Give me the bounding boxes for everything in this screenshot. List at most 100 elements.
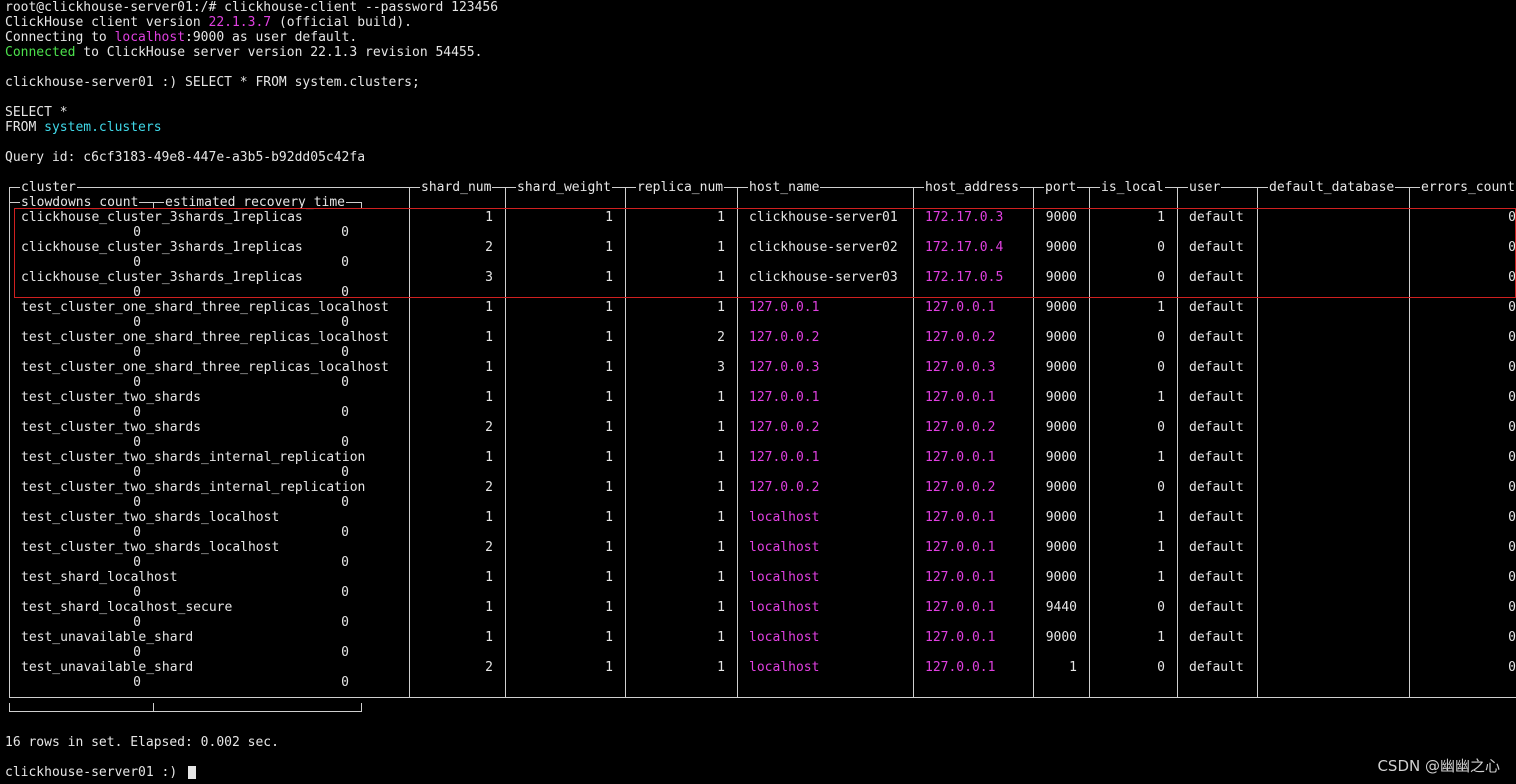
cell-user: default: [1189, 480, 1244, 495]
cell-port: 9000: [1045, 390, 1077, 405]
from-keyword: FROM: [5, 120, 45, 135]
col-separator: [9, 187, 10, 697]
column-header-user: user: [1188, 180, 1222, 195]
cell-user: default: [1189, 330, 1244, 345]
cell-port: 9000: [1045, 510, 1077, 525]
cell-slowdowns-count: 0: [133, 525, 141, 540]
col-separator-tail: [1409, 690, 1410, 697]
cell-shard-num: 2: [485, 660, 493, 675]
cell-replica-num: 2: [717, 330, 725, 345]
cell-host-name: 127.0.0.1: [749, 390, 820, 405]
cell-is-local: 1: [1157, 450, 1165, 465]
column-header-errors-count: errors_count: [1420, 180, 1516, 195]
cell-is-local: 0: [1157, 330, 1165, 345]
cell-shard-weight: 1: [605, 660, 613, 675]
cell-port: 1: [1069, 660, 1077, 675]
cell-shard-num: 1: [485, 510, 493, 525]
cell-estimated-recovery-time: 0: [341, 405, 349, 420]
cell-cluster: test_unavailable_shard: [21, 630, 194, 645]
cell-user: default: [1189, 570, 1244, 585]
cell-is-local: 1: [1157, 540, 1165, 555]
cell-shard-num: 1: [485, 630, 493, 645]
client-version: 22.1.3.7: [208, 15, 272, 30]
cell-shard-weight: 1: [605, 540, 613, 555]
cell-estimated-recovery-time: 0: [341, 315, 349, 330]
cell-shard-weight: 1: [605, 600, 613, 615]
cell-slowdowns-count: 0: [133, 315, 141, 330]
cell-slowdowns-count: 0: [133, 495, 141, 510]
cell-replica-num: 1: [717, 480, 725, 495]
cell-host-name: localhost: [749, 570, 820, 585]
cell-slowdowns-count: 0: [133, 405, 141, 420]
final-prompt-line: clickhouse-server01 :): [5, 765, 185, 780]
connected-rest: to ClickHouse server version 22.1.3 revi…: [75, 45, 483, 60]
cell-is-local: 1: [1157, 300, 1165, 315]
cell-estimated-recovery-time: 0: [341, 495, 349, 510]
cell-cluster: test_shard_localhost: [21, 570, 178, 585]
cell-host-address: 127.0.0.1: [925, 510, 996, 525]
cell-shard-num: 1: [485, 330, 493, 345]
cell-host-address: 127.0.0.2: [925, 330, 996, 345]
col-separator-tail: [1089, 690, 1090, 697]
cell-slowdowns-count: 0: [133, 675, 141, 690]
cell-errors-count: 0: [1508, 360, 1516, 375]
client-version-line: ClickHouse client version 22.1.3.7 (offi…: [5, 15, 412, 30]
cell-host-address: 127.0.0.1: [925, 600, 996, 615]
cell-is-local: 0: [1157, 660, 1165, 675]
cell-estimated-recovery-time: 0: [341, 675, 349, 690]
cell-replica-num: 1: [717, 540, 725, 555]
cell-port: 9000: [1045, 420, 1077, 435]
column-header-host-name: host_name: [748, 180, 821, 195]
cell-user: default: [1189, 510, 1244, 525]
cell-cluster: test_cluster_one_shard_three_replicas_lo…: [21, 300, 389, 315]
cell-shard-weight: 1: [605, 510, 613, 525]
cell-shard-weight: 1: [605, 420, 613, 435]
cell-estimated-recovery-time: 0: [341, 525, 349, 540]
cell-slowdowns-count: 0: [133, 375, 141, 390]
cell-host-name: 127.0.0.2: [749, 420, 820, 435]
column-header-default-database: default_database: [1268, 180, 1396, 195]
cell-host-address: 127.0.0.1: [925, 450, 996, 465]
cell-errors-count: 0: [1508, 300, 1516, 315]
cell-port: 9000: [1045, 570, 1077, 585]
cell-cluster: test_cluster_one_shard_three_replicas_lo…: [21, 330, 389, 345]
cell-estimated-recovery-time: 0: [341, 555, 349, 570]
query-id-line: Query id: c6cf3183-49e8-447e-a3b5-b92dd0…: [5, 150, 366, 165]
cell-port: 9000: [1045, 450, 1077, 465]
cell-user: default: [1189, 450, 1244, 465]
cell-is-local: 1: [1157, 390, 1165, 405]
connecting-rest: :9000 as user default.: [185, 30, 358, 45]
cell-cluster: test_cluster_two_shards: [21, 420, 202, 435]
cell-shard-num: 1: [485, 450, 493, 465]
cell-replica-num: 3: [717, 360, 725, 375]
cell-user: default: [1189, 630, 1244, 645]
cell-port: 9000: [1045, 360, 1077, 375]
cell-user: default: [1189, 360, 1244, 375]
cell-host-name: localhost: [749, 660, 820, 675]
cell-is-local: 0: [1157, 420, 1165, 435]
cell-host-address: 127.0.0.1: [925, 570, 996, 585]
cell-host-address: 127.0.0.2: [925, 420, 996, 435]
cell-shard-num: 1: [485, 600, 493, 615]
cell-port: 9000: [1045, 630, 1077, 645]
col-separator-tail: [1177, 690, 1178, 697]
cell-replica-num: 1: [717, 630, 725, 645]
cell-slowdowns-count: 0: [133, 555, 141, 570]
cell-host-name: 127.0.0.1: [749, 450, 820, 465]
cell-errors-count: 0: [1508, 480, 1516, 495]
cell-shard-weight: 1: [605, 300, 613, 315]
watermark: CSDN @幽幽之心: [1377, 757, 1500, 775]
cell-shard-weight: 1: [605, 630, 613, 645]
cell-is-local: 1: [1157, 630, 1165, 645]
formatted-from: FROM system.clusters: [5, 120, 162, 135]
cell-errors-count: 0: [1508, 420, 1516, 435]
cell-cluster: test_cluster_two_shards_internal_replica…: [21, 480, 366, 495]
cell-user: default: [1189, 660, 1244, 675]
cell-cluster: test_cluster_two_shards: [21, 390, 202, 405]
cell-user: default: [1189, 420, 1244, 435]
cell-replica-num: 1: [717, 420, 725, 435]
cell-port: 9000: [1045, 300, 1077, 315]
cell-host-address: 127.0.0.1: [925, 630, 996, 645]
cell-replica-num: 1: [717, 600, 725, 615]
cell-slowdowns-count: 0: [133, 435, 141, 450]
